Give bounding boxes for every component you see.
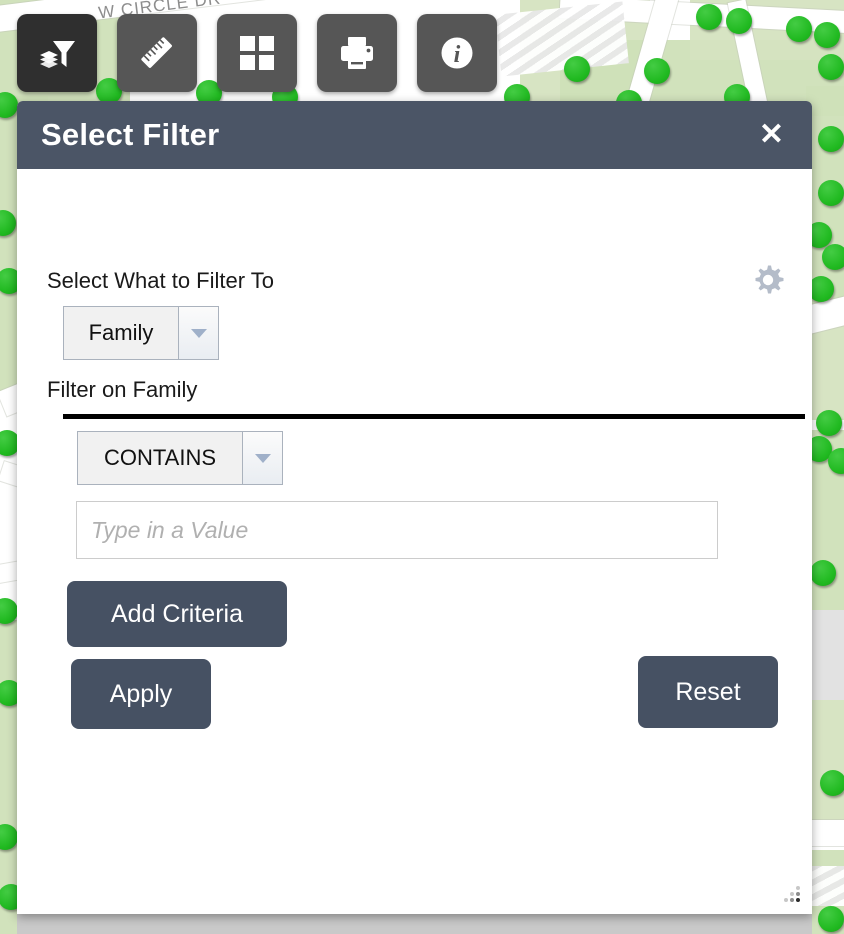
map-marker[interactable]	[726, 8, 752, 34]
map-toolbar: i	[17, 14, 497, 92]
filter-target-select[interactable]: Family	[63, 306, 219, 360]
reset-button[interactable]: Reset	[638, 656, 778, 728]
measure-button[interactable]	[117, 14, 197, 92]
apply-button[interactable]: Apply	[71, 659, 211, 729]
printer-icon	[341, 37, 373, 69]
info-button[interactable]: i	[417, 14, 497, 92]
grid-icon	[240, 36, 274, 70]
add-criteria-button[interactable]: Add Criteria	[67, 581, 287, 647]
layers-filter-icon	[40, 41, 75, 68]
map-parking-hatch	[495, 1, 629, 77]
info-icon: i	[441, 37, 473, 69]
map-marker[interactable]	[820, 770, 844, 796]
chevron-down-icon[interactable]	[178, 307, 218, 359]
dialog-title: Select Filter	[41, 117, 220, 152]
map-marker[interactable]	[696, 4, 722, 30]
map-marker[interactable]	[816, 410, 842, 436]
map-marker[interactable]	[814, 22, 840, 48]
select-filter-dialog: Select Filter ✕ Select What to Filter To…	[17, 101, 812, 914]
map-marker[interactable]	[564, 56, 590, 82]
filter-target-value: Family	[64, 307, 178, 359]
filter-value-input[interactable]	[76, 501, 718, 559]
filter-layers-button[interactable]	[17, 14, 97, 92]
section-divider	[63, 414, 805, 419]
filter-on-label: Filter on Family	[47, 377, 198, 402]
ruler-icon	[141, 37, 172, 68]
map-marker[interactable]	[644, 58, 670, 84]
map-marker[interactable]	[786, 16, 812, 42]
chevron-down-icon[interactable]	[242, 432, 282, 484]
svg-text:i: i	[454, 42, 461, 68]
filter-operator-value: CONTAINS	[78, 432, 242, 484]
map-marker[interactable]	[818, 180, 844, 206]
basemap-grid-button[interactable]	[217, 14, 297, 92]
gear-icon[interactable]	[750, 262, 786, 298]
map-marker[interactable]	[818, 906, 844, 932]
map-marker[interactable]	[822, 244, 844, 270]
print-button[interactable]	[317, 14, 397, 92]
dialog-header: Select Filter ✕	[17, 101, 812, 169]
dialog-bottom-strip	[17, 914, 812, 934]
filter-operator-select[interactable]: CONTAINS	[77, 431, 283, 485]
dialog-body: Select What to Filter To Family Filter o…	[17, 169, 812, 914]
map-marker[interactable]	[810, 560, 836, 586]
close-icon[interactable]: ✕	[753, 116, 790, 154]
select-what-to-filter-label: Select What to Filter To	[47, 268, 275, 293]
map-marker[interactable]	[818, 126, 844, 152]
resize-handle[interactable]	[782, 884, 804, 906]
gear-glyph	[755, 265, 784, 294]
map-marker[interactable]	[818, 54, 844, 80]
